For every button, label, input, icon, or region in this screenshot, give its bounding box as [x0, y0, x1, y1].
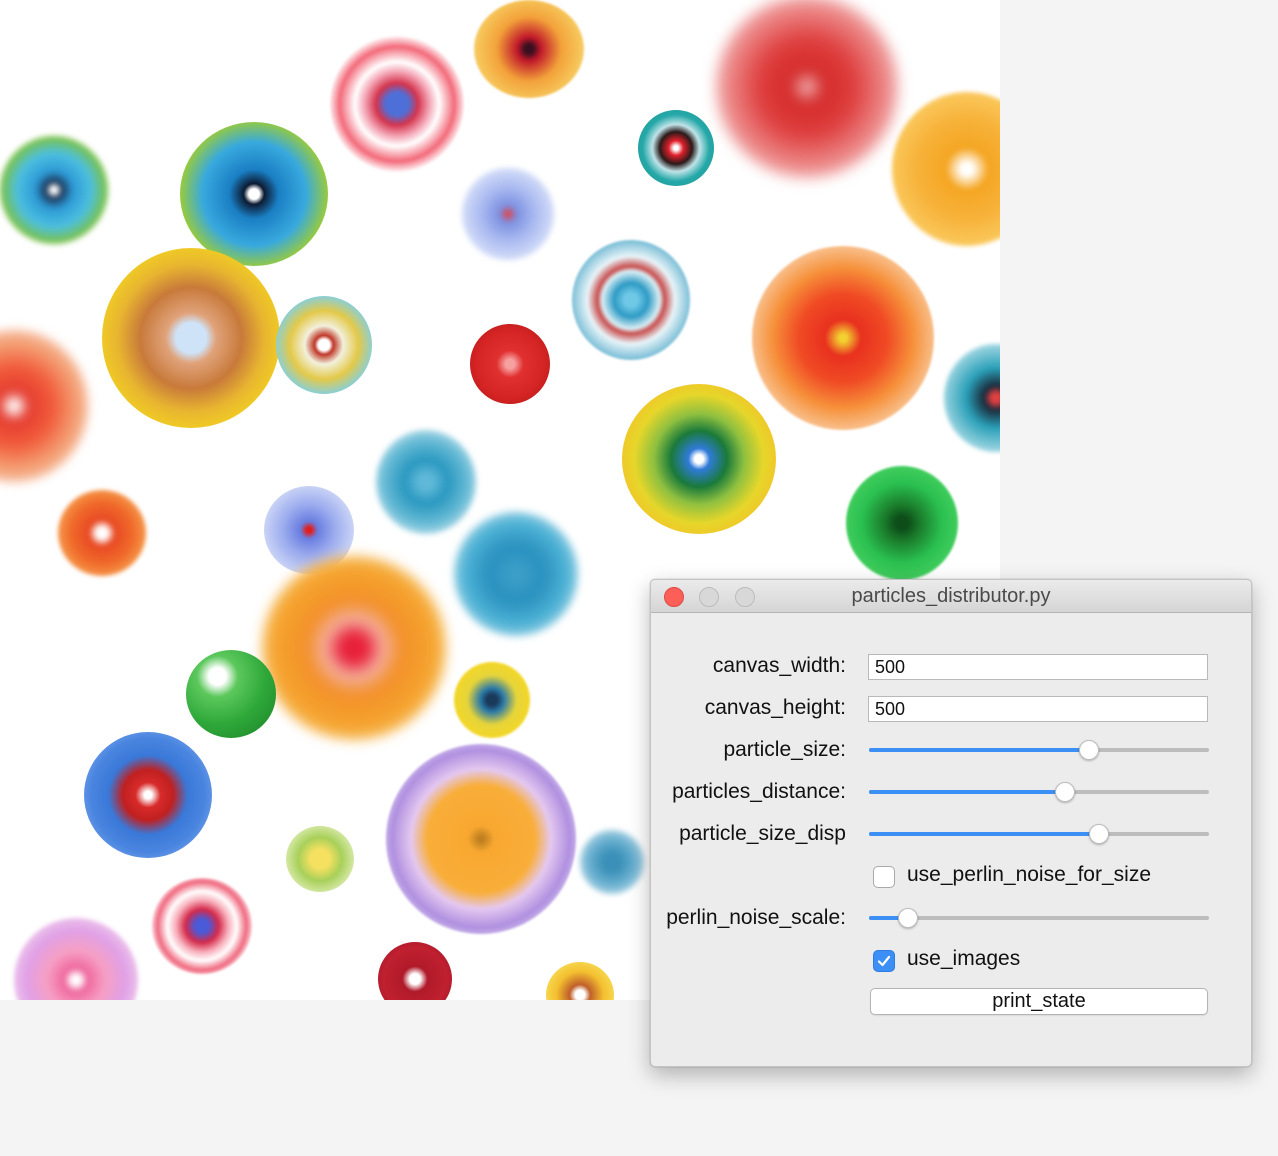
- particles-distance-slider[interactable]: [869, 781, 1209, 803]
- particle: [716, 0, 898, 178]
- slider-thumb[interactable]: [1088, 824, 1109, 844]
- particle: [892, 92, 1000, 246]
- slider-thumb[interactable]: [1078, 740, 1099, 760]
- slider-fill: [869, 790, 1065, 794]
- particle: [580, 830, 644, 894]
- particle: [286, 826, 354, 892]
- particle-size-slider[interactable]: [869, 739, 1209, 761]
- particle: [330, 36, 464, 172]
- canvas-height-input[interactable]: [868, 696, 1208, 722]
- particle: [846, 466, 958, 580]
- particle: [376, 430, 476, 534]
- particle: [546, 962, 614, 1000]
- particle: [454, 512, 578, 636]
- particle: [276, 296, 372, 394]
- slider-thumb[interactable]: [1054, 782, 1075, 802]
- window-title: particles_distributor.py: [851, 585, 1051, 607]
- checkmark-icon: [877, 955, 891, 967]
- slider-fill: [869, 748, 1089, 752]
- use-images-checkbox[interactable]: [873, 950, 895, 972]
- particle: [180, 122, 328, 266]
- particle: [454, 662, 530, 738]
- canvas-height-label: canvas_height:: [704, 696, 846, 719]
- particle: [378, 942, 452, 1000]
- particle: [0, 136, 108, 244]
- slider-track: [869, 916, 1209, 920]
- perlin-noise-scale-slider[interactable]: [869, 907, 1209, 929]
- slider-thumb[interactable]: [898, 908, 919, 928]
- particles-distance-label: particles_distance:: [672, 780, 846, 803]
- particle: [84, 732, 212, 858]
- canvas-width-label: canvas_width:: [712, 654, 846, 677]
- particle: [262, 556, 446, 740]
- particle: [470, 324, 550, 404]
- particle: [386, 744, 576, 934]
- particle: [0, 330, 88, 482]
- particle: [186, 650, 276, 738]
- print-state-button[interactable]: print_state: [870, 988, 1208, 1015]
- canvas-width-input[interactable]: [868, 654, 1208, 680]
- perlin-noise-scale-label: perlin_noise_scale:: [666, 906, 846, 929]
- use-images-label: use_images: [907, 947, 1021, 970]
- window-titlebar[interactable]: particles_distributor.py: [651, 580, 1251, 613]
- particle: [462, 168, 554, 260]
- particle: [14, 918, 138, 1000]
- particle-size-disp-label: particle_size_disp: [679, 822, 846, 845]
- particle: [152, 878, 252, 974]
- use-perlin-noise-for-size-checkbox[interactable]: [873, 866, 895, 888]
- particle: [58, 490, 146, 576]
- particle: [752, 246, 934, 430]
- slider-fill: [869, 832, 1099, 836]
- particle: [474, 0, 584, 98]
- particle-size-disp-slider[interactable]: [869, 823, 1209, 845]
- particle-size-label: particle_size:: [723, 738, 846, 761]
- control-panel-window: particles_distributor.py canvas_width: c…: [650, 579, 1252, 1067]
- use-perlin-noise-for-size-label: use_perlin_noise_for_size: [907, 863, 1151, 886]
- particle: [102, 248, 280, 428]
- particle: [944, 344, 1000, 452]
- particle: [572, 240, 690, 360]
- particle: [622, 384, 776, 534]
- particle: [638, 110, 714, 186]
